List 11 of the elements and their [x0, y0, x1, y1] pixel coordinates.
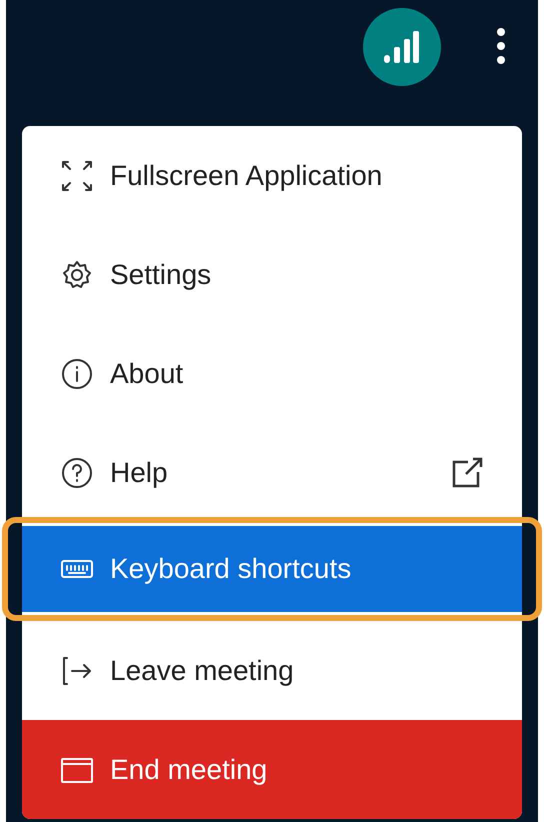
menu-item[interactable]: Leave meeting	[22, 621, 522, 720]
menu-item[interactable]: Settings	[22, 225, 522, 324]
menu-item[interactable]: About	[22, 324, 522, 423]
info-icon	[60, 356, 94, 390]
more-vertical-icon	[496, 27, 506, 67]
fullscreen-icon	[60, 158, 94, 192]
menu-item[interactable]: Fullscreen Application	[22, 126, 522, 225]
danger-menu-item[interactable]: End meeting	[22, 720, 522, 819]
menu-item[interactable]: Help	[22, 423, 522, 522]
menu-item[interactable]: Keyboard shortcuts	[22, 526, 522, 612]
help-icon	[60, 456, 94, 490]
